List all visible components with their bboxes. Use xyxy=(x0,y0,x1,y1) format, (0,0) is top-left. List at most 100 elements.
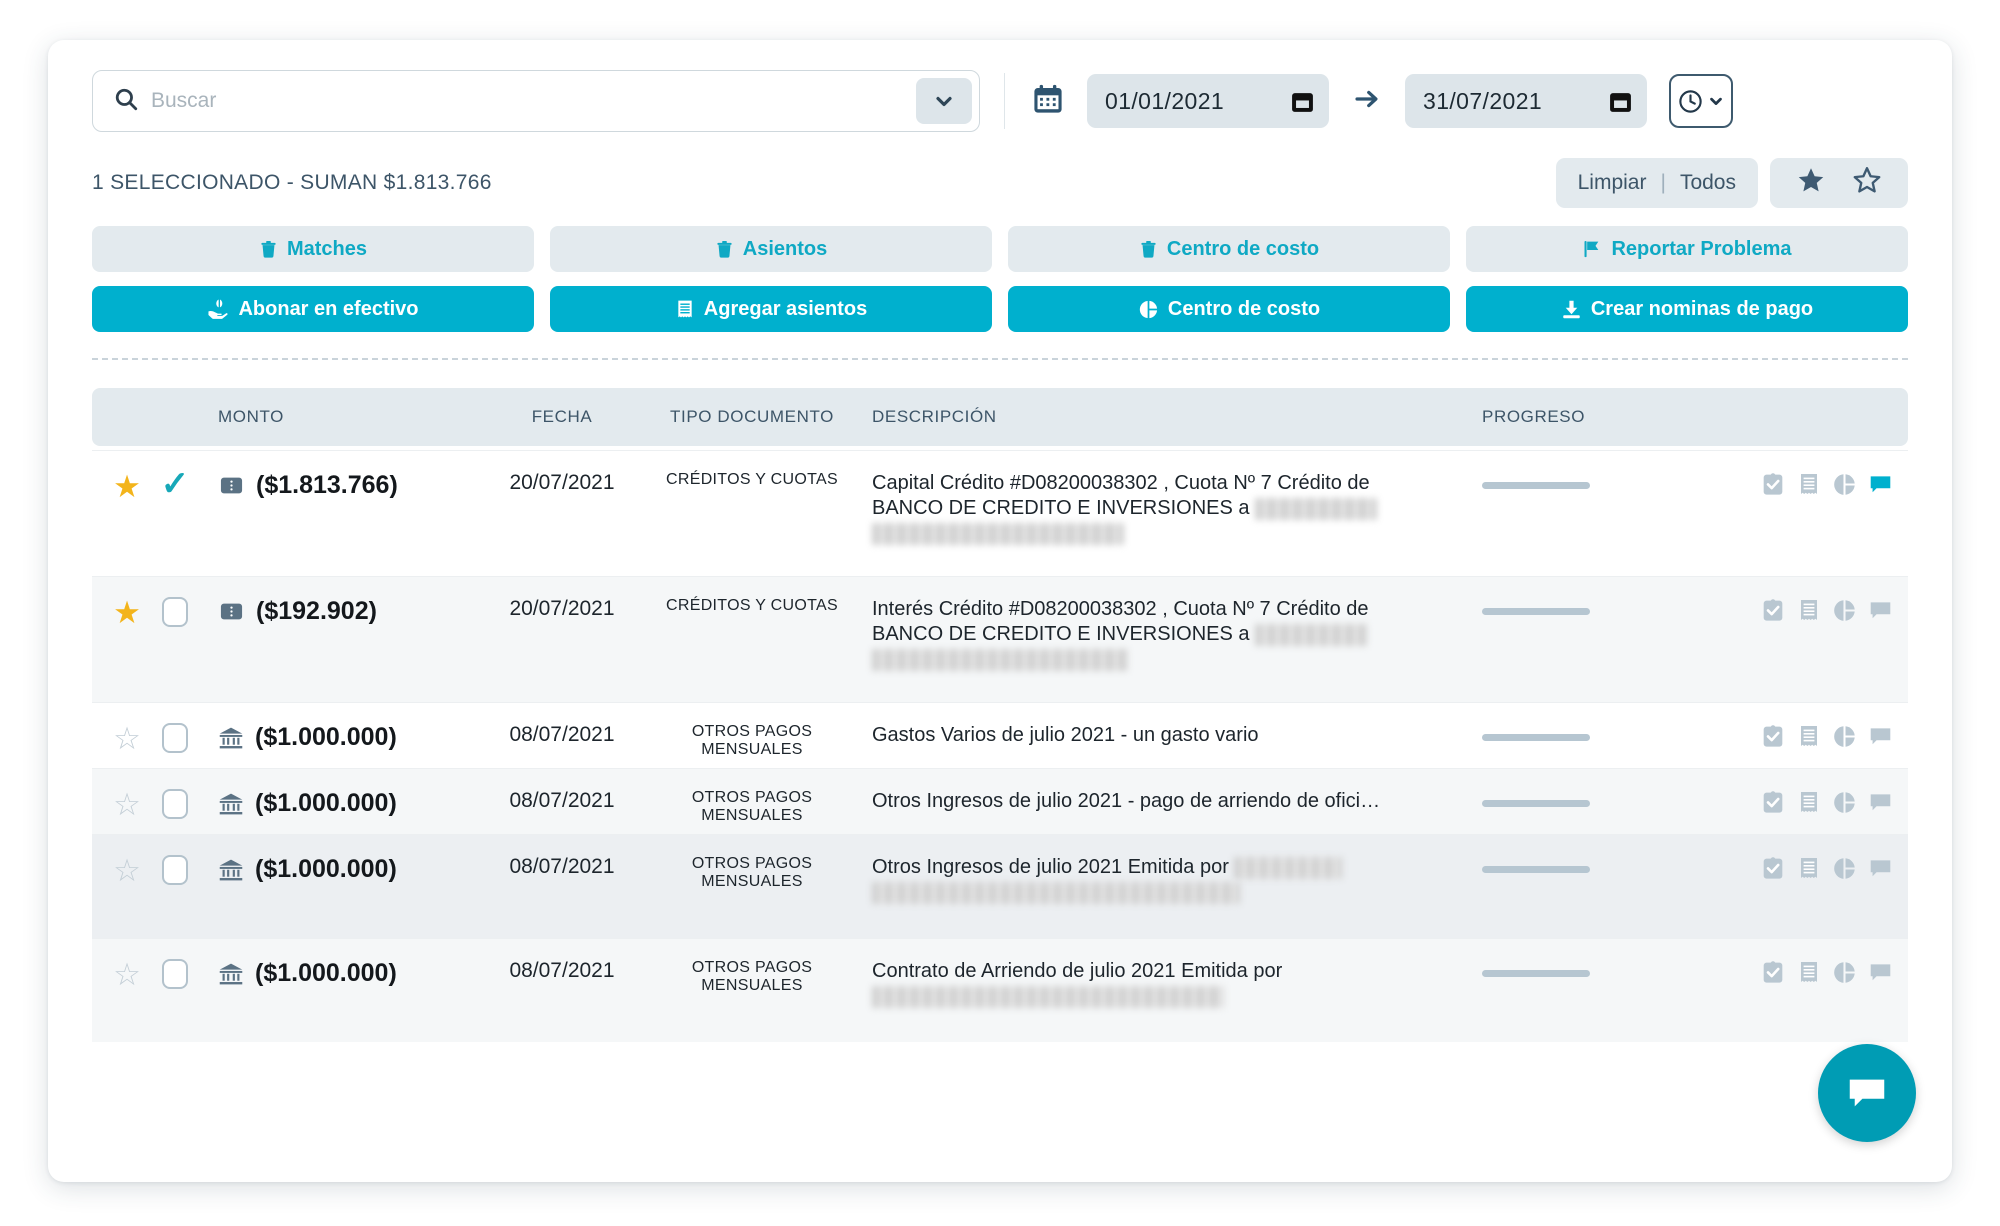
row-date: 08/07/2021 xyxy=(509,789,615,812)
clear-button[interactable]: Limpiar xyxy=(1578,171,1647,195)
search-input[interactable] xyxy=(151,71,916,131)
description-line-1: Interés Crédito #D08200038302 , Cuota Nº… xyxy=(872,598,1369,620)
abonar-en-efectivo-button[interactable]: Abonar en efectivo xyxy=(92,286,534,332)
hand-cash-icon xyxy=(208,299,229,319)
amount-value: ($1.000.000) xyxy=(255,723,397,751)
table-row[interactable]: ☆ ($1.000.000) 08/07/2021 OTROS PAGOS ME… xyxy=(92,834,1908,938)
delete-centro-de-costo-button[interactable]: Centro de costo xyxy=(1008,226,1450,272)
pie-chart-icon[interactable] xyxy=(1832,856,1857,881)
receipt-icon[interactable] xyxy=(1797,597,1821,623)
row-select-checkbox[interactable]: ✓ xyxy=(144,465,206,503)
search-icon xyxy=(113,86,139,117)
toolbar-divider xyxy=(1004,73,1005,129)
action-buttons-row-2: Abonar en efectivo Agregar asientos Cent… xyxy=(92,286,1908,332)
chat-icon[interactable] xyxy=(1868,598,1893,623)
row-amount-cell: ($1.000.000) xyxy=(206,959,478,988)
progress-bar xyxy=(1482,800,1590,807)
progress-bar xyxy=(1482,608,1590,615)
chat-support-button[interactable] xyxy=(1818,1044,1916,1142)
chat-icon[interactable] xyxy=(1868,472,1893,497)
delete-matches-button[interactable]: Matches xyxy=(92,226,534,272)
description-line-2: BANCO DE CREDITO E INVERSIONES a xyxy=(872,622,1468,647)
row-progress xyxy=(1478,723,1760,741)
row-select-checkbox[interactable] xyxy=(144,723,206,753)
delete-asientos-button[interactable]: Asientos xyxy=(550,226,992,272)
date-to-field[interactable] xyxy=(1405,74,1647,128)
clipboard-check-icon[interactable] xyxy=(1760,855,1786,881)
time-range-button[interactable] xyxy=(1669,74,1733,128)
chevron-down-icon xyxy=(1710,97,1722,105)
row-amount-cell: ($1.000.000) xyxy=(206,723,478,752)
table-body: ★ ✓ ($1.813.766) 20/07/2021 CRÉDITOS Y C… xyxy=(92,450,1908,1042)
row-doc-type: OTROS PAGOS MENSUALES xyxy=(691,855,813,890)
clipboard-check-icon[interactable] xyxy=(1760,789,1786,815)
description-line-1: Capital Crédito #D08200038302 , Cuota Nº… xyxy=(872,472,1370,494)
clipboard-check-icon[interactable] xyxy=(1760,959,1786,985)
button-label: Reportar Problema xyxy=(1611,237,1792,260)
calendar-icon[interactable] xyxy=(1290,89,1315,119)
table-row[interactable]: ★ ($192.902) 20/07/2021 CRÉDITOS Y CUOTA… xyxy=(92,576,1908,702)
calendar-icon[interactable] xyxy=(1608,89,1633,119)
filter-controls: Limpiar | Todos xyxy=(1555,158,1908,208)
row-description: Contrato de Arriendo de julio 2021 Emiti… xyxy=(858,959,1478,1009)
row-star-toggle[interactable]: ☆ xyxy=(92,959,144,990)
row-select-checkbox[interactable] xyxy=(144,789,206,819)
pie-chart-icon[interactable] xyxy=(1832,724,1857,749)
chat-icon[interactable] xyxy=(1868,790,1893,815)
button-label: Centro de costo xyxy=(1167,297,1321,320)
redacted-text xyxy=(1255,623,1368,646)
receipt-icon[interactable] xyxy=(1797,789,1821,815)
chat-icon[interactable] xyxy=(1868,724,1893,749)
table-row[interactable]: ★ ✓ ($1.813.766) 20/07/2021 CRÉDITOS Y C… xyxy=(92,450,1908,576)
row-star-toggle[interactable]: ☆ xyxy=(92,723,144,754)
clipboard-check-icon[interactable] xyxy=(1760,471,1786,497)
checkbox-icon xyxy=(162,789,188,819)
row-date: 20/07/2021 xyxy=(509,471,615,494)
search-box[interactable] xyxy=(92,70,980,132)
search-dropdown-button[interactable] xyxy=(916,78,972,124)
button-label: Agregar asientos xyxy=(703,297,868,320)
pie-chart-icon[interactable] xyxy=(1832,790,1857,815)
row-star-toggle[interactable]: ★ xyxy=(92,597,144,628)
receipt-icon[interactable] xyxy=(1797,959,1821,985)
date-to-input[interactable] xyxy=(1405,74,1595,128)
centro-de-costo-button[interactable]: Centro de costo xyxy=(1008,286,1450,332)
select-all-button[interactable]: Todos xyxy=(1680,171,1736,195)
chat-icon[interactable] xyxy=(1868,856,1893,881)
clipboard-check-icon[interactable] xyxy=(1760,597,1786,623)
row-select-checkbox[interactable] xyxy=(144,855,206,885)
reportar-problema-button[interactable]: Reportar Problema xyxy=(1466,226,1908,272)
row-star-toggle[interactable]: ★ xyxy=(92,471,144,502)
row-description: Otros Ingresos de julio 2021 Emitida por xyxy=(858,855,1478,905)
check-icon: ✓ xyxy=(160,465,190,503)
star-outline-icon[interactable] xyxy=(1852,165,1882,201)
row-select-checkbox[interactable] xyxy=(144,959,206,989)
row-description: Interés Crédito #D08200038302 , Cuota Nº… xyxy=(858,597,1478,673)
table-row[interactable]: ☆ ($1.000.000) 08/07/2021 OTROS PAGOS ME… xyxy=(92,702,1908,768)
table-row[interactable]: ☆ ($1.000.000) 08/07/2021 OTROS PAGOS ME… xyxy=(92,938,1908,1042)
chat-icon[interactable] xyxy=(1868,960,1893,985)
clear-all-pill[interactable]: Limpiar | Todos xyxy=(1555,158,1758,208)
crear-nominas-de-pago-button[interactable]: Crear nominas de pago xyxy=(1466,286,1908,332)
row-select-checkbox[interactable] xyxy=(144,597,206,627)
pie-chart-icon[interactable] xyxy=(1832,472,1857,497)
pie-chart-icon[interactable] xyxy=(1832,960,1857,985)
receipt-icon[interactable] xyxy=(1797,723,1821,749)
row-amount-cell: ($1.000.000) xyxy=(206,855,478,884)
clipboard-check-icon[interactable] xyxy=(1760,723,1786,749)
table-row[interactable]: ☆ ($1.000.000) 08/07/2021 OTROS PAGOS ME… xyxy=(92,768,1908,834)
pie-chart-icon[interactable] xyxy=(1832,598,1857,623)
date-from-field[interactable] xyxy=(1087,74,1329,128)
row-star-toggle[interactable]: ☆ xyxy=(92,789,144,820)
description-line-1: Otros Ingresos de julio 2021 Emitida por xyxy=(872,855,1468,880)
agregar-asientos-button[interactable]: Agregar asientos xyxy=(550,286,992,332)
receipt-icon[interactable] xyxy=(1797,471,1821,497)
row-description: Capital Crédito #D08200038302 , Cuota Nº… xyxy=(858,471,1478,547)
column-header-progreso: PROGRESO xyxy=(1482,407,1586,426)
receipt-icon[interactable] xyxy=(1797,855,1821,881)
pill-divider: | xyxy=(1660,171,1666,194)
date-from-input[interactable] xyxy=(1087,74,1277,128)
row-star-toggle[interactable]: ☆ xyxy=(92,855,144,886)
star-filled-icon[interactable] xyxy=(1796,165,1826,201)
progress-bar xyxy=(1482,482,1590,489)
